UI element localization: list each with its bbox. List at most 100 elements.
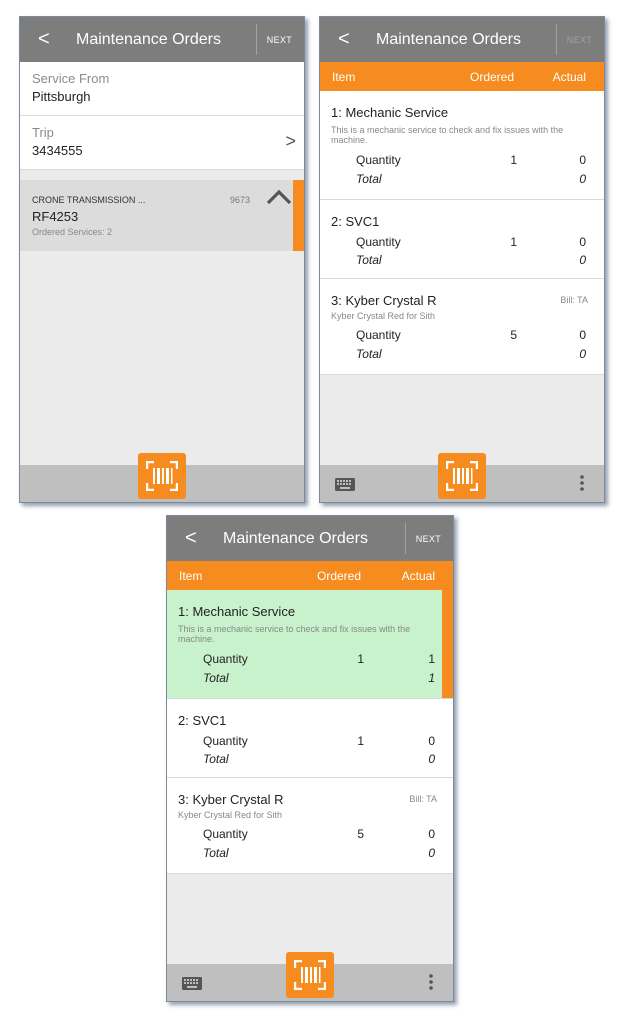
col-ordered: Ordered	[317, 569, 362, 583]
back-chevron-icon[interactable]: <	[38, 28, 50, 51]
header-divider	[256, 24, 257, 55]
list-item[interactable]: 3: Kyber Crystal R Bill: TA Kyber Crysta…	[320, 279, 604, 375]
next-button[interactable]: NEXT	[416, 534, 441, 544]
next-button[interactable]: NEXT	[567, 35, 592, 45]
app-header: < Maintenance Orders NEXT	[320, 17, 604, 62]
total-value: 0	[579, 253, 586, 267]
barcode-scan-icon	[146, 461, 178, 491]
col-item: Item	[179, 569, 203, 583]
page-title: Maintenance Orders	[376, 31, 521, 48]
selection-indicator	[293, 180, 304, 251]
column-header: Item Ordered Actual	[320, 62, 604, 91]
col-actual: Actual	[401, 569, 435, 583]
order-card[interactable]: CRONE TRANSMISSION ... 9673 RF4253 Order…	[20, 180, 304, 251]
actual-quantity: 0	[428, 827, 435, 841]
item-name: 2: SVC1	[178, 713, 227, 728]
total-value: 1	[428, 671, 435, 685]
total-value: 0	[428, 846, 435, 860]
back-chevron-icon[interactable]: <	[185, 527, 197, 550]
item-name: 2: SVC1	[331, 214, 380, 229]
keyboard-icon[interactable]	[335, 478, 355, 491]
quantity-label: Quantity	[203, 734, 248, 748]
item-description: Kyber Crystal Red for Sith	[331, 311, 436, 321]
quantity-label: Quantity	[356, 328, 401, 342]
header-divider	[405, 523, 406, 554]
total-value: 0	[428, 752, 435, 766]
ordered-services-count: Ordered Services: 2	[32, 227, 113, 237]
col-item: Item	[332, 70, 356, 84]
order-id: RF4253	[32, 209, 79, 224]
actual-quantity: 0	[579, 235, 586, 249]
scan-button[interactable]	[286, 952, 334, 998]
bottom-bar	[320, 453, 604, 502]
col-ordered: Ordered	[470, 70, 515, 84]
bill-code: Bill: TA	[409, 794, 437, 804]
total-label: Total	[203, 671, 229, 685]
item-name: 1: Mechanic Service	[178, 604, 296, 619]
more-vert-icon[interactable]	[580, 475, 584, 491]
actual-quantity: 0	[579, 328, 586, 342]
quantity-label: Quantity	[203, 652, 248, 666]
actual-quantity: 1	[428, 652, 435, 666]
chevron-right-icon[interactable]: >	[285, 131, 296, 152]
total-value: 0	[579, 347, 586, 361]
total-label: Total	[203, 752, 229, 766]
col-actual: Actual	[552, 70, 586, 84]
total-label: Total	[356, 172, 382, 186]
screen-order-items: < Maintenance Orders NEXT Item Ordered A…	[319, 16, 605, 503]
screen-order-items-updated: < Maintenance Orders NEXT Item Ordered A…	[166, 515, 454, 1002]
item-description: This is a mechanic service to check and …	[178, 624, 411, 644]
service-from-field: Service From Pittsburgh	[20, 62, 304, 116]
order-customer: CRONE TRANSMISSION ...	[32, 195, 146, 205]
app-header: < Maintenance Orders NEXT	[20, 17, 304, 62]
actual-quantity: 0	[579, 153, 586, 167]
item-description: This is a mechanic service to check and …	[331, 125, 564, 145]
list-item[interactable]: 2: SVC1 Quantity 1 0 Total 0	[167, 699, 453, 778]
quantity-label: Quantity	[356, 235, 401, 249]
selection-indicator	[442, 590, 453, 698]
order-number: 9673	[230, 195, 251, 205]
keyboard-icon[interactable]	[182, 977, 202, 990]
scan-button[interactable]	[438, 453, 486, 499]
list-item[interactable]: 1: Mechanic Service This is a mechanic s…	[320, 91, 604, 200]
item-name: 3: Kyber Crystal R	[178, 792, 284, 807]
service-from-label: Service From	[32, 71, 110, 86]
trip-field[interactable]: Trip 3434555 >	[20, 116, 304, 170]
trip-value: 3434555	[32, 143, 83, 158]
total-label: Total	[356, 253, 382, 267]
total-label: Total	[356, 347, 382, 361]
ordered-quantity: 5	[357, 827, 364, 841]
chevron-up-icon[interactable]	[264, 184, 294, 208]
item-name: 3: Kyber Crystal R	[331, 293, 437, 308]
list-item[interactable]: 2: SVC1 Quantity 1 0 Total 0	[320, 200, 604, 279]
quantity-label: Quantity	[356, 153, 401, 167]
back-chevron-icon[interactable]: <	[338, 28, 350, 51]
ordered-quantity: 1	[357, 652, 364, 666]
barcode-scan-icon	[294, 960, 326, 990]
list-item[interactable]: 3: Kyber Crystal R Bill: TA Kyber Crysta…	[167, 778, 453, 874]
page-title: Maintenance Orders	[223, 530, 368, 547]
bottom-bar	[167, 952, 453, 1001]
next-button[interactable]: NEXT	[267, 35, 292, 45]
scan-button[interactable]	[138, 453, 186, 499]
trip-label: Trip	[32, 125, 54, 140]
app-header: < Maintenance Orders NEXT	[167, 516, 453, 561]
header-divider	[556, 24, 557, 55]
item-description: Kyber Crystal Red for Sith	[178, 810, 283, 820]
quantity-label: Quantity	[203, 827, 248, 841]
item-name: 1: Mechanic Service	[331, 105, 449, 120]
bill-code: Bill: TA	[560, 295, 588, 305]
page-title: Maintenance Orders	[76, 31, 221, 48]
bottom-bar	[20, 453, 304, 502]
ordered-quantity: 1	[357, 734, 364, 748]
ordered-quantity: 1	[510, 153, 517, 167]
more-vert-icon[interactable]	[429, 974, 433, 990]
column-header: Item Ordered Actual	[167, 561, 453, 590]
total-value: 0	[579, 172, 586, 186]
ordered-quantity: 5	[510, 328, 517, 342]
actual-quantity: 0	[428, 734, 435, 748]
list-item-selected[interactable]: 1: Mechanic Service This is a mechanic s…	[167, 590, 453, 699]
ordered-quantity: 1	[510, 235, 517, 249]
service-from-value: Pittsburgh	[32, 89, 91, 104]
total-label: Total	[203, 846, 229, 860]
